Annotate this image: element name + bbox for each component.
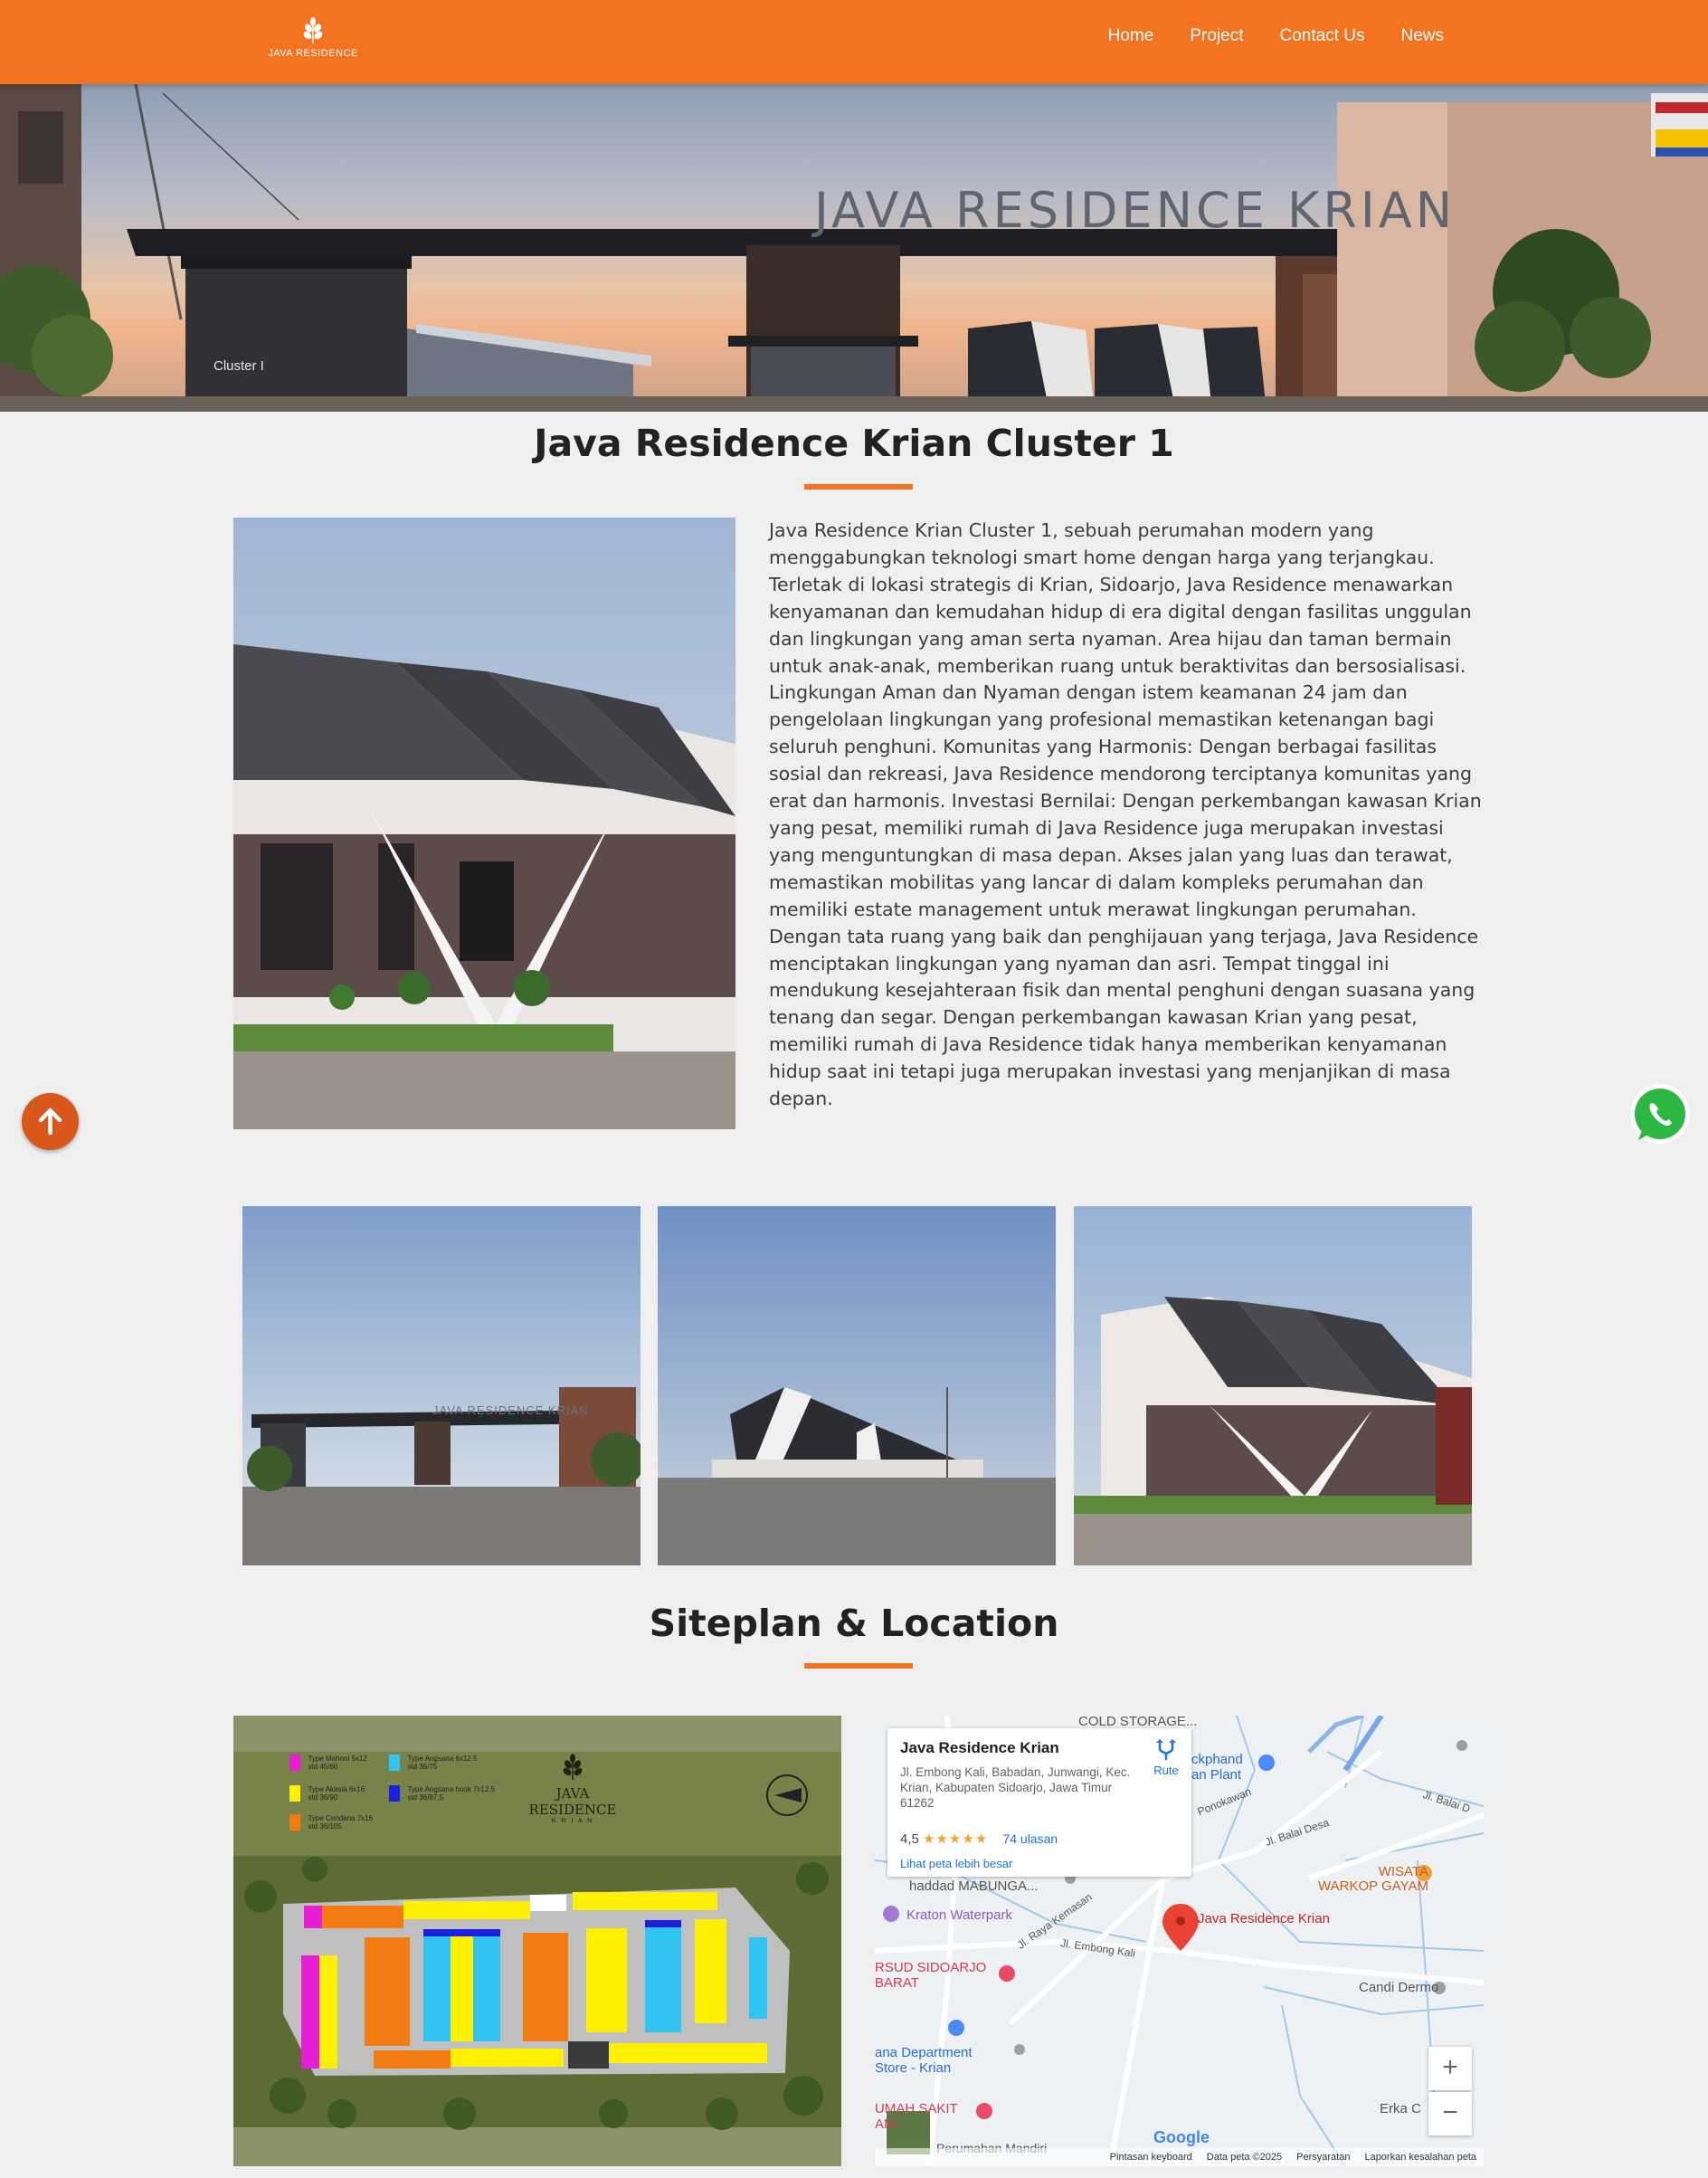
nav-home[interactable]: Home xyxy=(1108,26,1154,46)
map-label: WISATA WARKOP GAYAM xyxy=(1318,1864,1428,1894)
legend-sub: std 36/105 xyxy=(308,1822,342,1831)
hero-cluster-label: Cluster I xyxy=(214,358,264,374)
hero-sign-text: JAVA RESIDENCE KRIAN xyxy=(814,182,1457,239)
legend-sub: std 45/60 xyxy=(308,1763,338,1771)
siteplan-brand: JAVA RESIDENCE K R I A N xyxy=(518,1752,627,1824)
cluster-house-photo xyxy=(233,518,735,1129)
map-label: RSUD SIDOARJO BARAT xyxy=(875,1960,987,1991)
map-label: ckphand an Plant xyxy=(1191,1752,1243,1783)
map-label: ana Department Store - Krian xyxy=(875,2045,973,2076)
arrow-up-icon xyxy=(38,1108,62,1136)
map-label: UMAH SAKIT AM... xyxy=(875,2101,958,2132)
whatsapp-icon xyxy=(1630,1084,1690,1144)
location-map[interactable]: COLD STORAGE... ckphand an Plant Ponokaw… xyxy=(875,1716,1484,2166)
map-route-label: Rute xyxy=(1153,1764,1179,1777)
legend-swatch xyxy=(289,1785,300,1802)
map-rating: 4,5 ★★★★★ 74 ulasan xyxy=(900,1831,1058,1847)
whatsapp-button[interactable] xyxy=(1626,1080,1694,1149)
map-zoom-out-button[interactable]: − xyxy=(1428,2092,1472,2135)
legend-label: Type Akasia 6x16 xyxy=(308,1785,365,1793)
legend-swatch xyxy=(389,1785,400,1802)
map-larger-link[interactable]: Lihat peta lebih besar xyxy=(900,1857,1012,1870)
nav-project[interactable]: Project xyxy=(1190,26,1243,46)
siteplan-brand-name: JAVA RESIDENCE xyxy=(528,1785,617,1818)
legend-swatch xyxy=(389,1755,400,1771)
map-label: Erka C xyxy=(1380,2101,1421,2116)
map-info-card: Java Residence Krian Jl. Embong Kali, Ba… xyxy=(887,1728,1191,1877)
map-reviews-link[interactable]: 74 ulasan xyxy=(1002,1831,1058,1846)
siteplan-image[interactable]: Type Mahoni 5x12 std 45/60 Type Akasia 6… xyxy=(233,1716,841,2166)
legend-swatch xyxy=(289,1814,300,1831)
siteplan-title: Siteplan & Location xyxy=(649,1602,1059,1645)
directions-icon xyxy=(1156,1739,1176,1760)
map-footer: Pintasan keyboard Data peta ©2025 Persya… xyxy=(875,2148,1484,2166)
map-label: COLD STORAGE... xyxy=(1078,1716,1198,1729)
logo-text: JAVA RESIDENCE xyxy=(268,48,358,59)
main-nav: Home Project Contact Us News xyxy=(1108,26,1444,46)
map-rating-value: 4,5 xyxy=(900,1831,919,1847)
map-marker-label[interactable]: Java Residence Krian xyxy=(1198,1911,1330,1926)
nav-contact-us[interactable]: Contact Us xyxy=(1280,26,1365,46)
legend-label: Type Angsana hook 7x12.5 xyxy=(407,1785,495,1793)
cluster-description: Java Residence Krian Cluster 1, sebuah p… xyxy=(769,519,1482,1110)
nav-news[interactable]: News xyxy=(1400,26,1444,46)
legend-item: Type Mahoni 5x12 std 45/60 xyxy=(289,1755,367,1774)
hero-banner: JAVA RESIDENCE KRIAN Cluster I xyxy=(0,84,1708,412)
map-label: Candi Dermo xyxy=(1359,1980,1439,1995)
siteplan-legend: Type Mahoni 5x12 std 45/60 Type Akasia 6… xyxy=(289,1755,516,1845)
gallery-sign-text: JAVA RESIDENCE KRIAN xyxy=(432,1403,589,1417)
map-zoom-in-button[interactable]: + xyxy=(1428,2047,1472,2090)
site-logo[interactable]: JAVA RESIDENCE xyxy=(268,16,358,67)
gallery-photo-house[interactable] xyxy=(1074,1206,1472,1565)
star-rating-icon: ★★★★★ xyxy=(923,1831,989,1847)
google-logo: Google xyxy=(1153,2128,1210,2146)
legend-item: Type Angsana hook 7x12.5 std 36/87.5 xyxy=(389,1785,495,1804)
scroll-to-top-button[interactable] xyxy=(22,1093,79,1150)
legend-item: Type Cendana 7x16 std 36/105 xyxy=(289,1814,373,1833)
gallery-photo-street[interactable] xyxy=(658,1206,1056,1565)
map-place-address: Jl. Embong Kali, Babadan, Junwangi, Kec.… xyxy=(900,1765,1131,1810)
legend-label: Type Cendana 7x16 xyxy=(308,1814,374,1822)
map-footer-shortcuts[interactable]: Pintasan keyboard xyxy=(1110,2152,1192,2163)
legend-item: Type Angsana 6x12.5 std 36/75 xyxy=(389,1755,477,1774)
map-footer-data: Data peta ©2025 xyxy=(1206,2152,1283,2163)
map-footer-terms[interactable]: Persyaratan xyxy=(1296,2152,1350,2163)
legend-sub: std 36/90 xyxy=(308,1793,338,1802)
legend-swatch xyxy=(289,1755,300,1771)
map-footer-report[interactable]: Laporkan kesalahan peta xyxy=(1364,2152,1476,2163)
legend-sub: std 36/87.5 xyxy=(407,1793,444,1802)
legend-sub: std 36/75 xyxy=(407,1763,438,1771)
map-route-button[interactable]: Rute xyxy=(1143,1739,1189,1777)
siteplan-brand-sub: K R I A N xyxy=(551,1818,594,1824)
leaf-logo-icon xyxy=(563,1754,583,1780)
legend-label: Type Mahoni 5x12 xyxy=(308,1755,367,1763)
siteplan-title-underline xyxy=(804,1663,913,1669)
map-label: haddad MABUNGA... xyxy=(909,1878,1039,1894)
map-label: Kraton Waterpark xyxy=(906,1907,1012,1923)
cluster-title: Java Residence Krian Cluster 1 xyxy=(534,422,1174,465)
legend-item: Type Akasia 6x16 std 36/90 xyxy=(289,1785,365,1804)
cluster-title-underline xyxy=(804,484,913,490)
legend-label: Type Angsana 6x12.5 xyxy=(407,1755,478,1763)
gallery-photo-gate[interactable]: JAVA RESIDENCE KRIAN xyxy=(242,1206,640,1565)
navbar: JAVA RESIDENCE Home Project Contact Us N… xyxy=(0,0,1708,84)
map-place-name: Java Residence Krian xyxy=(900,1739,1059,1756)
leaf-logo-icon xyxy=(303,17,323,43)
